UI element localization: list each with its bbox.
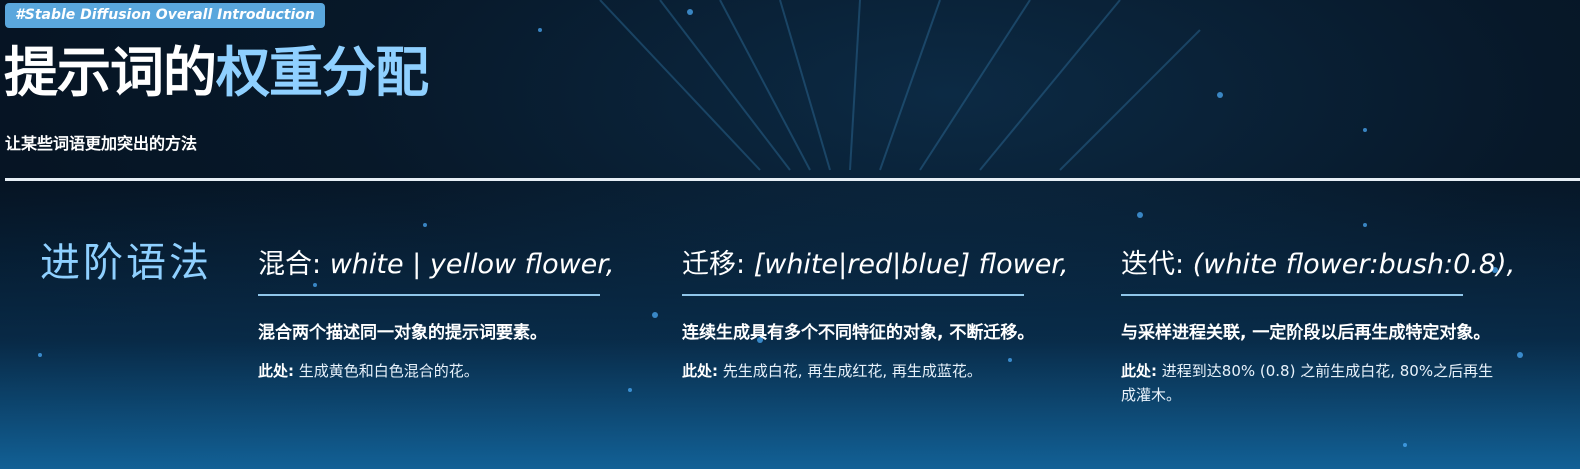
- section-label: 进阶语法: [40, 240, 212, 286]
- note-label: 此处:: [682, 362, 718, 380]
- syntax-note: 此处: 先生成白花, 再生成红花, 再生成蓝花。: [682, 359, 1062, 383]
- syntax-card-iterate: 迭代: (white flower:bush:0.8), 与采样进程关联, 一定…: [1121, 240, 1515, 407]
- syntax-note: 此处: 生成黄色和白色混合的花。: [258, 359, 638, 383]
- topic-tag: #Stable Diffusion Overall Introduction: [5, 3, 325, 28]
- syntax-underline: [682, 294, 1024, 296]
- title-part-white: 提示词的: [4, 41, 217, 104]
- syntax-keyword: 迁移:: [682, 249, 746, 280]
- syntax-keyword: 混合:: [258, 249, 322, 280]
- syntax-underline: [258, 294, 600, 296]
- syntax-expression: white | yellow flower,: [329, 249, 615, 280]
- note-label: 此处:: [1121, 362, 1157, 380]
- header-divider: [5, 178, 1580, 181]
- title-part-highlight: 权重分配: [216, 41, 429, 104]
- syntax-description: 连续生成具有多个不同特征的对象, 不断迁移。: [682, 323, 1035, 343]
- syntax-heading: 迭代: (white flower:bush:0.8),: [1121, 240, 1515, 290]
- syntax-card-blend: 混合: white | yellow flower, 混合两个描述同一对象的提示…: [258, 240, 638, 383]
- syntax-keyword: 迭代:: [1121, 249, 1185, 280]
- note-text: 生成黄色和白色混合的花。: [298, 362, 479, 380]
- note-text: 进程到达80% (0.8) 之前生成白花, 80%之后再生成灌木。: [1121, 362, 1494, 404]
- page-title: 提示词的权重分配: [4, 38, 429, 108]
- syntax-card-alternate: 迁移: [white|red|blue] flower, 连续生成具有多个不同特…: [682, 240, 1069, 383]
- note-label: 此处:: [258, 362, 294, 380]
- page-subtitle: 让某些词语更加突出的方法: [5, 134, 198, 153]
- note-text: 先生成白花, 再生成红花, 再生成蓝花。: [722, 362, 982, 380]
- syntax-expression: [white|red|blue] flower,: [753, 249, 1069, 280]
- syntax-heading: 迁移: [white|red|blue] flower,: [682, 240, 1069, 290]
- syntax-note: 此处: 进程到达80% (0.8) 之前生成白花, 80%之后再生成灌木。: [1121, 359, 1501, 407]
- syntax-description: 与采样进程关联, 一定阶段以后再生成特定对象。: [1121, 323, 1491, 343]
- syntax-underline: [1121, 294, 1463, 296]
- syntax-heading: 混合: white | yellow flower,: [258, 240, 638, 290]
- syntax-expression: (white flower:bush:0.8),: [1192, 249, 1516, 280]
- syntax-description: 混合两个描述同一对象的提示词要素。: [258, 323, 547, 343]
